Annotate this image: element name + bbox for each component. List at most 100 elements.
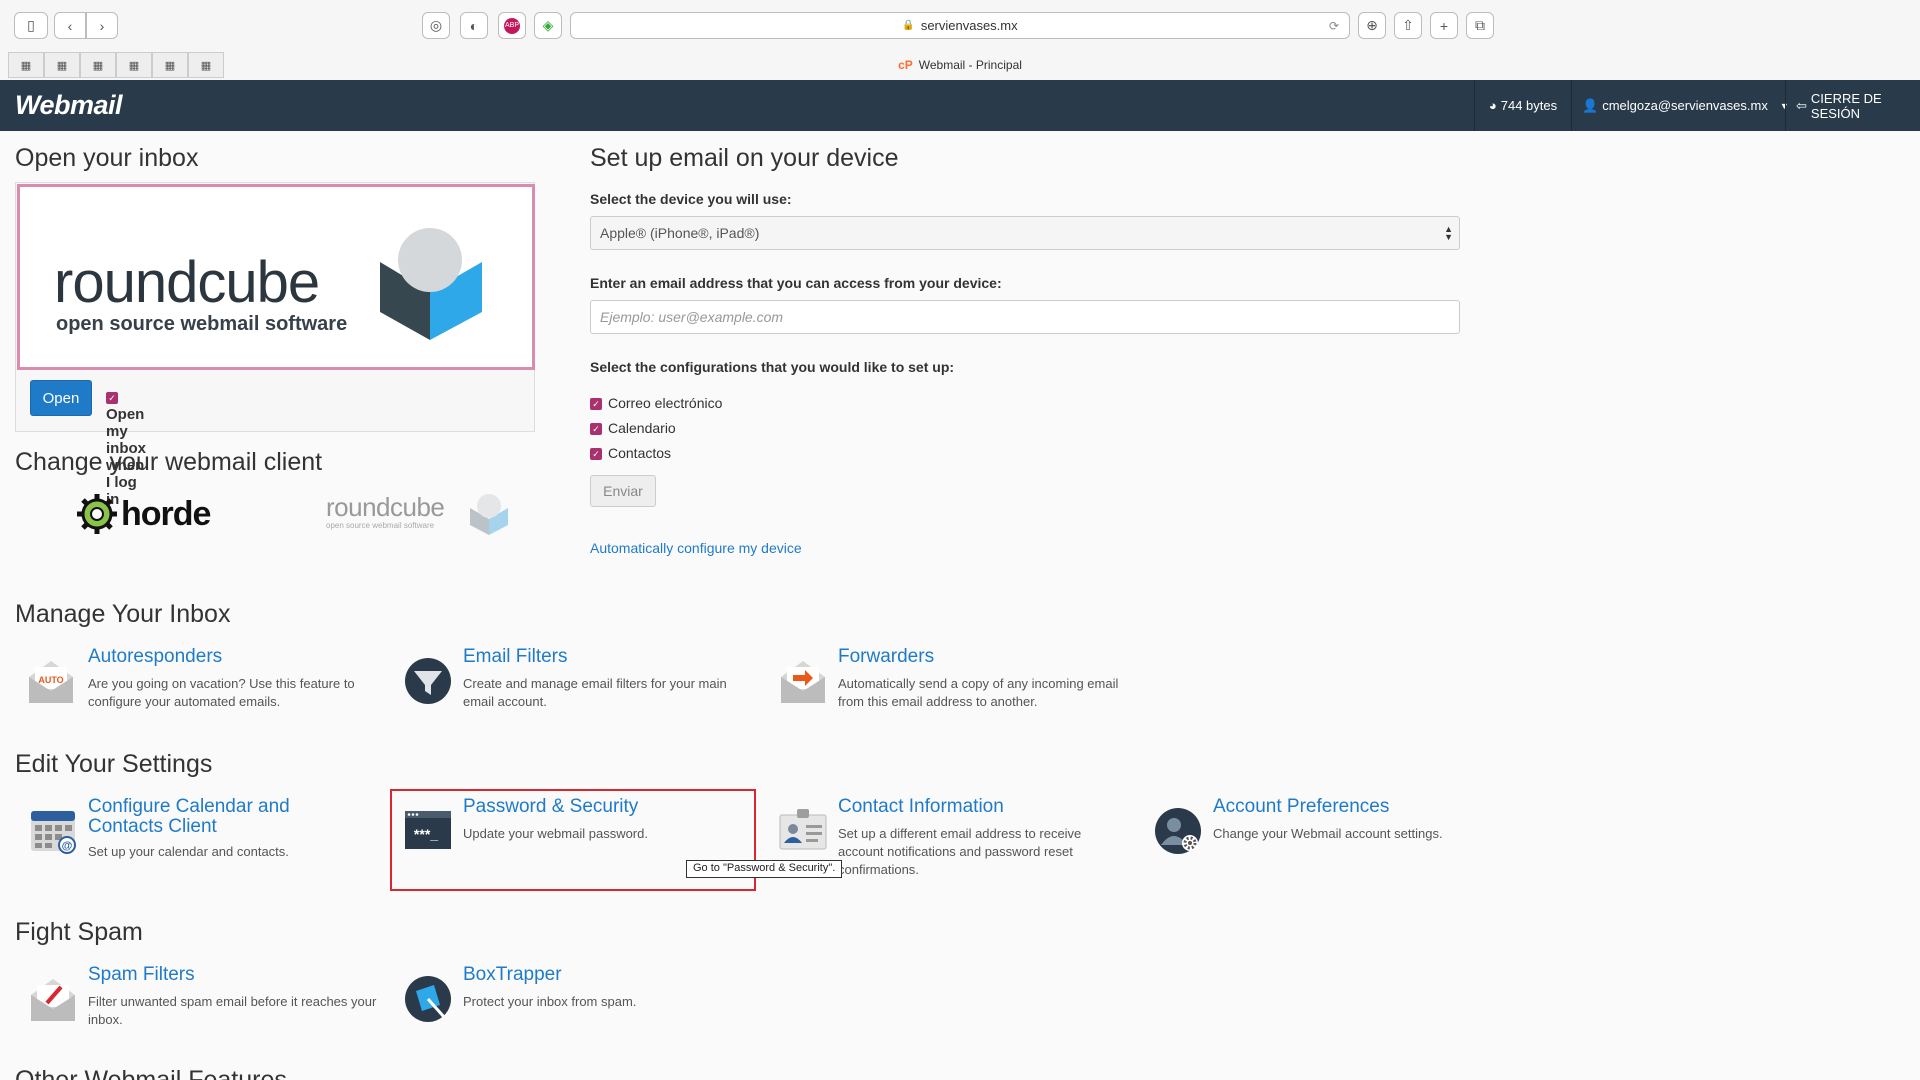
- roundcube-cube-icon: [380, 228, 482, 340]
- account-preferences-desc: Change your Webmail account settings.: [1213, 826, 1443, 841]
- logout-button[interactable]: ⇦ CIERRE DE SESIÓN: [1785, 80, 1920, 131]
- logout-label: CIERRE DE SESIÓN: [1810, 90, 1882, 121]
- roundcube-logo[interactable]: roundcube open source webmail software: [17, 184, 535, 370]
- tab-title[interactable]: cP Webmail - Principal: [0, 58, 1920, 72]
- lock-icon: 🔒: [902, 20, 915, 31]
- url-text: servienvases.mx: [920, 18, 1018, 33]
- sidebar-icon: ▯: [27, 17, 35, 33]
- account-preferences-title[interactable]: Account Preferences: [1213, 797, 1389, 817]
- cpanel-icon: cP: [898, 58, 913, 72]
- pie-chart-icon: ◕: [1488, 98, 1497, 113]
- password-security-tooltip: Go to "Password & Security".: [686, 860, 843, 878]
- extension-button-3[interactable]: ◈: [534, 12, 562, 39]
- roundcube-small-cube-icon: [470, 494, 508, 535]
- fight-spam-heading: Fight Spam: [15, 918, 143, 946]
- tab-title-text: Webmail - Principal: [918, 58, 1022, 72]
- sidebar-toggle-button[interactable]: ▯: [14, 12, 48, 39]
- horde-label: horde: [121, 494, 211, 533]
- plus-icon: +: [1439, 17, 1449, 34]
- config-checkbox-contacts[interactable]: ✓ Contactos: [590, 445, 671, 461]
- other-features-heading: Other Webmail Features: [15, 1066, 287, 1080]
- extension-button-1[interactable]: ◎: [422, 12, 450, 39]
- config-label: Select the configurations that you would…: [590, 359, 955, 375]
- forward-button[interactable]: ›: [86, 12, 118, 39]
- address-bar[interactable]: 🔒 servienvases.mx ⟳: [570, 12, 1350, 39]
- config-label-contacts: Contactos: [608, 445, 672, 461]
- user-menu[interactable]: 👤 cmelgoza@servienvases.mx ▼: [1571, 80, 1789, 131]
- roundcube-wordmark: roundcube: [54, 250, 320, 315]
- select-arrows-icon: ▲ ▼: [1444, 224, 1453, 242]
- logout-icon: ⇦: [1796, 97, 1807, 113]
- device-select-label: Select the device you will use:: [590, 191, 792, 207]
- boxtrapper-title[interactable]: BoxTrapper: [463, 965, 562, 985]
- account-preferences-icon: [1155, 808, 1201, 854]
- config-label-email: Correo electrónico: [608, 395, 723, 411]
- calendar-contacts-desc: Set up your calendar and contacts.: [88, 844, 289, 859]
- boxtrapper-icon: [405, 976, 451, 1022]
- adblock-icon: ABP: [504, 17, 520, 34]
- horde-client-link[interactable]: horde: [75, 492, 211, 536]
- contact-information-title[interactable]: Contact Information: [838, 797, 1004, 817]
- forward-icon: [781, 661, 825, 703]
- disk-usage[interactable]: ◕ 744 bytes: [1474, 80, 1571, 131]
- device-email-input[interactable]: Ejemplo: user@example.com: [590, 300, 1460, 334]
- webmail-logo[interactable]: Webmail: [15, 90, 123, 121]
- device-email-placeholder: Ejemplo: user@example.com: [600, 309, 784, 325]
- open-button[interactable]: Open: [30, 380, 92, 416]
- config-label-calendar: Calendario: [608, 420, 676, 436]
- webmail-header: Webmail ◕ 744 bytes 👤 cmelgoza@servienvase…: [0, 80, 1920, 131]
- autoresponder-icon: AUTO: [29, 661, 73, 703]
- roundcube-small-tagline: open source webmail software: [326, 521, 435, 530]
- svg-text:AUTO: AUTO: [38, 675, 63, 685]
- contact-information-desc: Set up a different email address to rece…: [838, 826, 1082, 877]
- calendar-icon: @: [31, 811, 76, 854]
- user-email: cmelgoza@servienvases.mx: [1602, 98, 1768, 113]
- reload-icon[interactable]: ⟳: [1329, 19, 1339, 33]
- chevron-right-icon: ›: [99, 17, 105, 34]
- device-select-value: Apple® (iPhone®, iPad®): [600, 225, 760, 241]
- disk-usage-text: 744 bytes: [1500, 98, 1558, 113]
- checkbox-checked-icon: ✓: [590, 398, 602, 411]
- spam-filters-title[interactable]: Spam Filters: [88, 965, 195, 985]
- downloads-button[interactable]: ⊕: [1358, 12, 1386, 39]
- forwarders-title[interactable]: Forwarders: [838, 647, 934, 667]
- back-button[interactable]: ‹: [54, 12, 86, 39]
- globe-icon: ◎: [429, 17, 443, 33]
- auto-configure-link[interactable]: Automatically configure my device: [590, 540, 802, 556]
- config-checkbox-email[interactable]: ✓ Correo electrónico: [590, 395, 722, 411]
- share-icon: ⇧: [1402, 17, 1414, 33]
- device-setup-heading: Set up email on your device: [590, 144, 899, 172]
- calendar-contacts-title[interactable]: Configure Calendar and Contacts Client: [88, 797, 348, 837]
- email-input-label: Enter an email address that you can acce…: [590, 275, 1002, 291]
- contact-card-icon: [779, 809, 827, 850]
- autoresponders-desc: Are you going on vacation? Use this feat…: [88, 676, 355, 709]
- share-button[interactable]: ⇧: [1394, 12, 1422, 39]
- roundcube-small-wordmark: roundcube: [326, 492, 445, 522]
- roundcube-client-link[interactable]: roundcube open source webmail software: [326, 492, 508, 535]
- checkbox-checked-icon: ✓: [590, 448, 602, 461]
- chevron-left-icon: ‹: [67, 17, 73, 34]
- adblock-button[interactable]: ABP: [498, 12, 526, 39]
- svg-text:@: @: [62, 840, 73, 852]
- spam-filter-icon: [31, 979, 75, 1021]
- browser-chrome: ▯ ‹ › ◎ ◐ ABP ◈ 🔒 servienvases.mx ⟳ ⊕ ⇧ …: [0, 0, 1920, 80]
- email-filters-title[interactable]: Email Filters: [463, 647, 568, 667]
- tab-overview-button[interactable]: ⧉: [1466, 12, 1494, 39]
- shield-icon: ◐: [469, 17, 479, 34]
- change-client-heading: Change your webmail client: [15, 448, 323, 476]
- checkbox-checked-icon: ✓: [590, 423, 602, 436]
- forwarders-desc: Automatically send a copy of any incomin…: [838, 676, 1119, 709]
- config-checkbox-calendar[interactable]: ✓ Calendario: [590, 420, 676, 436]
- boxtrapper-desc: Protect your inbox from spam.: [463, 994, 637, 1009]
- device-select[interactable]: Apple® (iPhone®, iPad®) ▲ ▼: [590, 216, 1460, 250]
- manage-inbox-heading: Manage Your Inbox: [15, 600, 231, 628]
- roundcube-tagline: open source webmail software: [56, 313, 348, 335]
- autoresponders-title[interactable]: Autoresponders: [88, 647, 222, 667]
- checkbox-checked-icon: ✓: [106, 392, 118, 405]
- puzzle-icon: ◈: [542, 17, 554, 33]
- email-filters-desc: Create and manage email filters for your…: [463, 676, 727, 709]
- new-tab-button[interactable]: +: [1430, 12, 1458, 39]
- tabs-icon: ⧉: [1475, 17, 1485, 33]
- submit-button[interactable]: Enviar: [590, 475, 656, 507]
- extension-button-2[interactable]: ◐: [460, 12, 488, 39]
